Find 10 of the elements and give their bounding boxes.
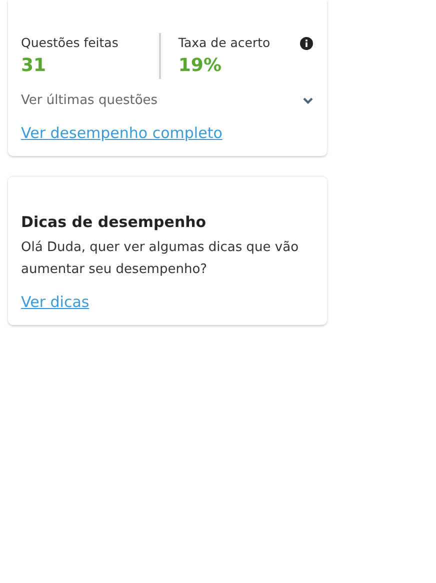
info-icon[interactable] [300,36,313,50]
stat-value: 31 [21,54,48,78]
tips-title: Dicas de desempenho [21,212,208,233]
tips-text: Olá Duda, quer ver algumas dicas que vão aumentar seu desempenho? [21,239,300,279]
stat-label: Taxa de acerto [178,34,270,52]
full-performance-link[interactable]: Ver desempenho completo [21,122,222,144]
stat-label: Questões feitas [21,34,118,52]
tips-link[interactable]: Ver dicas [21,291,90,313]
stat-value: 19% [178,54,222,78]
recent-questions-toggle[interactable]: Ver últimas questões [21,93,313,108]
